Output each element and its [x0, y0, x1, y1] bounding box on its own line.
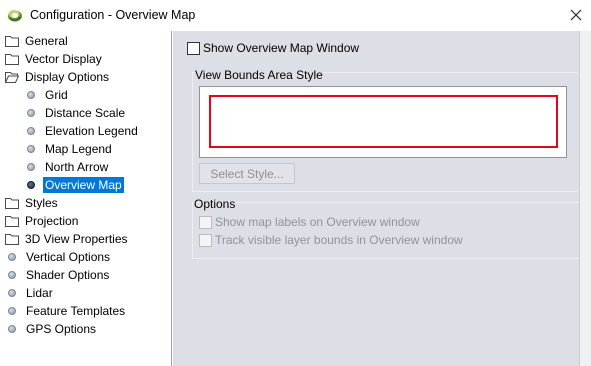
tree-item-map-legend[interactable]: Map Legend	[27, 140, 114, 158]
tree-item-label: Map Legend	[45, 142, 112, 156]
tree-item-label: Vertical Options	[26, 250, 111, 264]
tree-item-3d-view-properties[interactable]: 3D View Properties	[5, 230, 130, 248]
title-bar: Configuration - Overview Map	[0, 0, 591, 31]
track-bounds-checkbox[interactable]	[199, 233, 212, 247]
options-title: Options	[194, 197, 236, 211]
bullet-icon	[27, 145, 35, 153]
show-overview-row[interactable]: Show Overview Map Window	[187, 41, 359, 55]
tree-item-display-options[interactable]: Display Options	[5, 68, 111, 86]
close-button[interactable]	[561, 0, 591, 31]
tree-item-label: Styles	[25, 196, 58, 210]
tree-item-vector-display[interactable]: Vector Display	[5, 50, 104, 68]
bullet-icon	[27, 91, 35, 99]
tree-item-label: Projection	[25, 214, 79, 228]
bullet-icon	[27, 163, 35, 171]
show-labels-checkbox[interactable]	[199, 215, 212, 229]
tree-item-styles[interactable]: Styles	[5, 194, 60, 212]
tree-item-overview-map[interactable]: Overview Map	[27, 176, 124, 194]
tree-item-label: North Arrow	[45, 160, 109, 174]
tree-item-label: Overview Map	[43, 177, 124, 193]
tree-item-lidar[interactable]: Lidar	[8, 284, 55, 302]
bullet-icon	[8, 253, 16, 261]
tree-item-label: Display Options	[25, 70, 110, 84]
show-overview-checkbox[interactable]	[187, 41, 200, 55]
tree-item-north-arrow[interactable]: North Arrow	[27, 158, 110, 176]
tree-item-label: Grid	[45, 88, 68, 102]
bullet-icon	[8, 307, 16, 315]
tree-item-elevation-legend[interactable]: Elevation Legend	[27, 122, 140, 140]
panel-edge-strip	[579, 31, 591, 366]
bullet-icon	[27, 127, 35, 135]
tree-item-feature-templates[interactable]: Feature Templates	[8, 302, 127, 320]
tree-item-projection[interactable]: Projection	[5, 212, 80, 230]
folder-icon	[5, 198, 19, 209]
tree-item-label: 3D View Properties	[25, 232, 128, 246]
tree-item-shader-options[interactable]: Shader Options	[8, 266, 111, 284]
tree-item-label: GPS Options	[26, 322, 97, 336]
tree-item-label: Vector Display	[25, 52, 102, 66]
tree-item-label: Distance Scale	[45, 106, 126, 120]
folder-icon	[5, 54, 19, 65]
track-bounds-option[interactable]: Track visible layer bounds in Overview w…	[199, 233, 463, 247]
show-labels-label: Show map labels on Overview window	[215, 215, 420, 229]
tree-item-gps-options[interactable]: GPS Options	[8, 320, 98, 338]
tree-item-general[interactable]: General	[5, 32, 70, 50]
tree-item-distance-scale[interactable]: Distance Scale	[27, 104, 127, 122]
settings-tree: General Vector Display Display Options G…	[0, 31, 172, 366]
show-overview-label: Show Overview Map Window	[203, 41, 360, 55]
app-logo-icon	[8, 10, 22, 22]
select-style-button[interactable]: Select Style...	[199, 163, 295, 184]
bounds-style-preview	[199, 86, 567, 158]
settings-panel: Show Overview Map Window View Bounds Are…	[173, 31, 580, 366]
window-title: Configuration - Overview Map	[30, 8, 196, 22]
bullet-icon	[8, 289, 16, 297]
folder-icon	[5, 234, 19, 245]
bullet-icon	[8, 271, 16, 279]
bullet-icon	[27, 109, 35, 117]
folder-icon	[5, 216, 19, 227]
view-bounds-title: View Bounds Area Style	[195, 68, 323, 82]
folder-open-icon	[5, 72, 19, 83]
tree-item-label: Shader Options	[26, 268, 110, 282]
tree-item-label: Lidar	[26, 286, 53, 300]
show-labels-option[interactable]: Show map labels on Overview window	[199, 215, 420, 229]
tree-item-label: Feature Templates	[26, 304, 126, 318]
bounds-style-swatch	[209, 95, 558, 148]
tree-item-label: Elevation Legend	[45, 124, 138, 138]
track-bounds-label: Track visible layer bounds in Overview w…	[215, 233, 463, 247]
tree-item-grid[interactable]: Grid	[27, 86, 70, 104]
tree-item-vertical-options[interactable]: Vertical Options	[8, 248, 112, 266]
bullet-icon	[8, 325, 16, 333]
close-icon	[570, 9, 582, 21]
options-group	[192, 202, 580, 259]
folder-icon	[5, 36, 19, 47]
bullet-icon	[27, 181, 35, 189]
tree-item-label: General	[25, 34, 68, 48]
